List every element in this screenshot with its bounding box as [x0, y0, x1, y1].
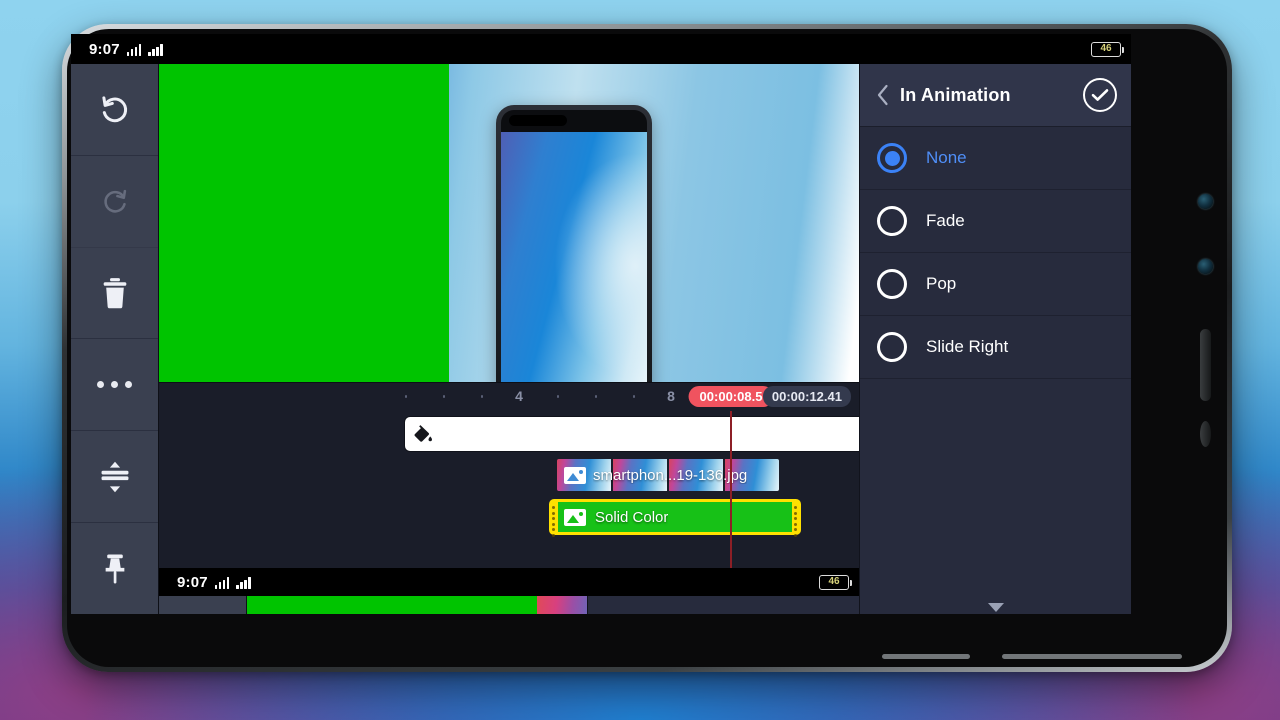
- mockup-notch: [501, 110, 647, 132]
- signal-bars-icon: [236, 576, 251, 589]
- signal-bars-icon: [148, 43, 163, 56]
- trim-handle-right[interactable]: [794, 506, 798, 537]
- photo-icon: [564, 466, 586, 484]
- pin-button[interactable]: [71, 523, 158, 614]
- clip-solid-color-body: Solid Color: [558, 502, 792, 532]
- option-pop[interactable]: Pop: [860, 253, 1131, 316]
- center-column: 4 8 12 00:00:08.5 00:00:12.41: [159, 64, 871, 614]
- chevron-left-icon[interactable]: [876, 84, 889, 106]
- clip-image[interactable]: smartphon...19-136.jpg: [557, 459, 779, 491]
- paint-bucket-icon: [411, 422, 435, 446]
- app-screen: 9:07 46 4 8 00:00:08.5 00:00:12.41 smart…: [71, 34, 1131, 614]
- trash-icon: [100, 276, 130, 310]
- status-bar-bottom: 9:07 46: [159, 568, 859, 596]
- camera-lens-icon: [1198, 259, 1213, 274]
- total-duration-badge: 00:00:12.41: [762, 386, 851, 407]
- expand-vertical-icon: [98, 460, 132, 494]
- option-label: Pop: [926, 274, 957, 293]
- clip-image-label: smartphon...19-136.jpg: [593, 466, 748, 484]
- option-none[interactable]: None: [860, 127, 1131, 190]
- more-button[interactable]: [71, 339, 158, 432]
- panel-header: In Animation: [860, 64, 1131, 127]
- photo-icon: [564, 508, 586, 526]
- redo-icon: [99, 185, 131, 217]
- option-fade[interactable]: Fade: [860, 190, 1131, 253]
- video-preview[interactable]: [159, 64, 859, 382]
- app-body: 4 8 12 00:00:08.5 00:00:12.41: [71, 64, 1131, 614]
- redo-button[interactable]: [71, 156, 158, 248]
- option-label: Fade: [926, 211, 965, 230]
- ruler-label: 4: [515, 388, 523, 404]
- delete-button[interactable]: [71, 248, 158, 340]
- pin-icon: [99, 552, 131, 586]
- signal-bars-icon: [126, 43, 142, 56]
- preview-green-overlay: [159, 64, 449, 382]
- status-bar-top: 9:07 46: [71, 34, 1131, 64]
- option-label: None: [926, 148, 967, 167]
- radio-icon: [877, 269, 907, 299]
- radio-icon: [877, 206, 907, 236]
- trim-handle-left[interactable]: [552, 506, 556, 537]
- expand-tracks-button[interactable]: [71, 431, 158, 524]
- power-button[interactable]: [1200, 421, 1211, 447]
- preview-phone-mockup: [496, 105, 652, 382]
- panel-title: In Animation: [900, 84, 1011, 105]
- check-circle-icon[interactable]: [1083, 78, 1117, 112]
- playhead[interactable]: [730, 411, 732, 568]
- playhead-time-badge: 00:00:08.5: [688, 386, 774, 407]
- battery-icon: 46: [1091, 41, 1124, 57]
- status-time: 9:07: [89, 40, 120, 58]
- preview-canvas: [159, 64, 859, 382]
- option-slide-right[interactable]: Slide Right: [860, 316, 1131, 379]
- animation-options-list[interactable]: None Fade Pop Slide Right: [860, 127, 1131, 614]
- caret-down-icon: [860, 603, 1131, 612]
- radio-icon: [877, 143, 907, 173]
- timeline-tracks[interactable]: smartphon...19-136.jpg Solid Color: [159, 411, 871, 568]
- undo-button[interactable]: [71, 64, 158, 156]
- status-time: 9:07: [177, 573, 208, 591]
- speaker-grille: [882, 654, 970, 659]
- clip-solid-color[interactable]: Solid Color: [549, 499, 801, 537]
- left-toolbar: [71, 64, 159, 614]
- clip-solid-color-label: Solid Color: [595, 508, 669, 526]
- mockup-screen: [501, 132, 647, 382]
- camera-lens-icon: [1198, 194, 1213, 209]
- more-dots-icon: [97, 381, 132, 389]
- signal-bars-icon: [214, 576, 230, 589]
- radio-icon: [877, 332, 907, 362]
- ruler-label: 8: [667, 388, 675, 404]
- animation-panel: In Animation None Fade Pop Slide Right: [859, 64, 1131, 614]
- volume-button[interactable]: [1200, 329, 1211, 401]
- battery-level: 46: [828, 576, 840, 587]
- battery-level: 46: [1100, 43, 1112, 54]
- speaker-grille: [1002, 654, 1182, 659]
- battery-icon: 46: [819, 574, 852, 590]
- timeline[interactable]: 4 8 12 00:00:08.5 00:00:12.41: [159, 382, 871, 568]
- screen-bottom-strip: 9:07 46: [159, 568, 859, 614]
- option-label: Slide Right: [926, 337, 1009, 356]
- timeline-ruler[interactable]: 4 8 12 00:00:08.5 00:00:12.41: [159, 383, 863, 411]
- undo-icon: [97, 91, 133, 127]
- clip-background-track[interactable]: [405, 417, 871, 451]
- preview-strip: [159, 596, 859, 614]
